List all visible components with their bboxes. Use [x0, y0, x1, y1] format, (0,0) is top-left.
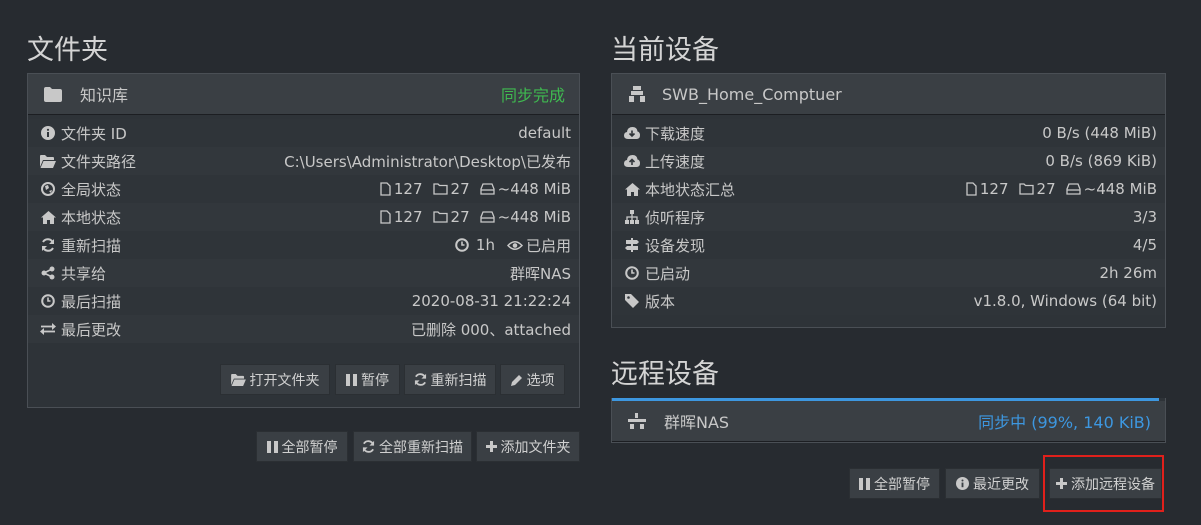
device-row-listeners: 侦听程序 3/3 [612, 203, 1165, 231]
recent-changes-button[interactable]: 最近更改 [945, 468, 1040, 499]
folder-name: 知识库 [80, 86, 129, 105]
hdd-icon [1065, 183, 1081, 195]
device-row-version: 版本 v1.8.0, Windows (64 bit) [612, 287, 1165, 315]
this-device-header[interactable]: SWB_Home_Comptuer [612, 74, 1165, 115]
home-icon [38, 210, 58, 224]
signpost-icon [622, 238, 642, 252]
clock-icon [38, 294, 58, 308]
file-icon [966, 182, 977, 196]
folder-outline-icon [432, 183, 448, 195]
folder-row-last-change: 最后更改 已删除 000、attached [28, 315, 579, 343]
pause-folder-button[interactable]: 暂停 [335, 364, 400, 395]
remote-device-name: 群晖NAS [664, 413, 730, 432]
file-count: 127 [380, 208, 423, 226]
device-row-upload: 上传速度 0 B/s (869 KiB) [612, 147, 1165, 175]
tag-icon [622, 294, 642, 308]
rescan-folder-button[interactable]: 重新扫描 [404, 364, 496, 395]
dir-count: 27 [432, 180, 470, 198]
device-row-download: 下载速度 0 B/s (448 MiB) [612, 119, 1165, 147]
size-value: ~448 MiB [1065, 180, 1157, 198]
remote-devices-heading: 远程设备 [611, 359, 719, 390]
watch-enabled: 已启用 [506, 235, 571, 256]
refresh-icon [362, 440, 375, 453]
device-row-uptime: 已启动 2h 26m [612, 259, 1165, 287]
plus-icon [485, 441, 497, 452]
folder-outline-icon [432, 211, 448, 223]
refresh-icon [38, 238, 58, 252]
rescan-all-button[interactable]: 全部重新扫描 [353, 431, 472, 462]
this-device-heading: 当前设备 [611, 35, 719, 66]
globe-icon [38, 182, 58, 196]
this-device-details: 下载速度 0 B/s (448 MiB) 上传速度 0 B/s (869 KiB… [612, 115, 1165, 315]
home-icon [622, 182, 642, 196]
refresh-icon [414, 373, 427, 386]
info-icon [956, 477, 969, 490]
remote-sync-progress-bar [612, 398, 1160, 401]
pause-icon [859, 477, 870, 490]
file-count: 127 [966, 180, 1009, 198]
device-row-local-summary: 本地状态汇总 127 27 ~448 MiB [612, 175, 1165, 203]
remote-device-header[interactable]: 群晖NAS 同步中 (99%, 140 KiB) [612, 401, 1165, 442]
exchange-icon [38, 323, 58, 335]
cloud-download-icon [622, 127, 642, 139]
folder-row-last-scan: 最后扫描 2020-08-31 21:22:24 [28, 287, 579, 315]
clock-icon [455, 238, 469, 252]
folder-outline-icon [1018, 183, 1034, 195]
clock-icon [622, 266, 642, 280]
file-icon [380, 210, 391, 224]
pause-all-folders-button[interactable]: 全部暂停 [256, 431, 348, 462]
folder-panel-header[interactable]: 知识库 同步完成 [28, 74, 579, 115]
computer-icon [628, 86, 650, 102]
pause-icon [266, 440, 278, 453]
pause-all-devices-button[interactable]: 全部暂停 [849, 468, 940, 499]
device-name: SWB_Home_Comptuer [662, 84, 842, 104]
info-icon [38, 126, 58, 140]
cloud-upload-icon [622, 155, 642, 167]
hdd-icon [479, 183, 495, 195]
file-icon [380, 182, 391, 196]
folder-status: 同步完成 [500, 86, 565, 105]
folder-row-shared-with: 共享给 群晖NAS [28, 259, 579, 287]
eye-icon [506, 240, 523, 251]
dir-count: 27 [1018, 180, 1056, 198]
folder-open-icon [38, 154, 58, 168]
hdd-icon [479, 211, 495, 223]
sitemap-icon [622, 210, 642, 224]
size-value: ~448 MiB [479, 180, 571, 198]
device-row-discovery: 设备发现 4/5 [612, 231, 1165, 259]
folder-options-button[interactable]: 选项 [500, 364, 565, 395]
folder-row-path: 文件夹路径 C:\Users\Administrator\Desktop\已发布 [28, 147, 579, 175]
rescan-interval: 1h [455, 236, 495, 254]
add-folder-button[interactable]: 添加文件夹 [476, 431, 580, 462]
share-icon [38, 266, 58, 280]
folders-heading: 文件夹 [27, 35, 108, 66]
pause-icon [346, 373, 357, 386]
folder-row-rescan: 重新扫描 1h 已启用 [28, 231, 579, 259]
pencil-icon [510, 374, 523, 386]
remote-device-status: 同步中 (99%, 140 KiB) [978, 413, 1151, 432]
folder-open-icon [230, 373, 246, 386]
remote-device-panel: 群晖NAS 同步中 (99%, 140 KiB) [611, 398, 1166, 443]
file-count: 127 [380, 180, 423, 198]
folder-icon [44, 86, 66, 102]
server-icon [628, 413, 650, 429]
folder-row-global-state: 全局状态 127 27 ~448 MiB [28, 175, 579, 203]
folder-panel: 知识库 同步完成 文件夹 ID default 文件夹路径 C:\Users\A… [27, 73, 580, 408]
open-folder-button[interactable]: 打开文件夹 [220, 364, 330, 395]
folder-details: 文件夹 ID default 文件夹路径 C:\Users\Administra… [28, 115, 579, 343]
folder-row-id: 文件夹 ID default [28, 119, 579, 147]
dir-count: 27 [432, 208, 470, 226]
folder-row-local-state: 本地状态 127 27 ~448 MiB [28, 203, 579, 231]
size-value: ~448 MiB [479, 208, 571, 226]
highlight-box [1043, 455, 1164, 512]
this-device-panel: SWB_Home_Comptuer 下载速度 0 B/s (448 MiB) 上… [611, 73, 1166, 328]
